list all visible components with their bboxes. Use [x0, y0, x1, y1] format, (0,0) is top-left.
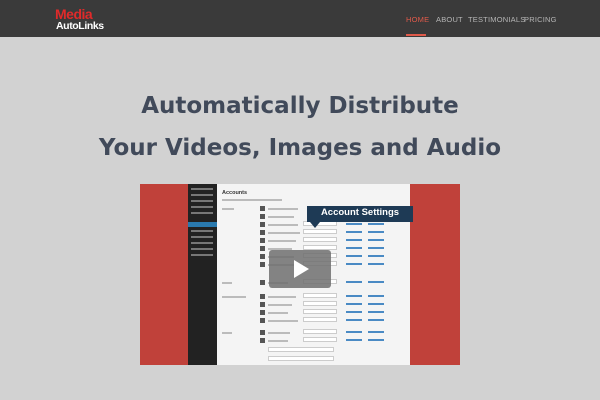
video-player[interactable]: Accounts Account Settings: [140, 184, 460, 365]
logo-text-media: Media: [55, 6, 93, 22]
logo[interactable]: Media AutoLinks: [55, 6, 110, 33]
top-navigation-bar: Media AutoLinks HOME ABOUT TESTIMONIALS …: [0, 0, 600, 37]
hero-title-line2: Your Videos, Images and Audio: [98, 135, 502, 161]
logo-text-autolinks: AutoLinks: [56, 20, 104, 32]
nav-active-indicator: [406, 34, 426, 36]
thumbnail-heading: Accounts: [222, 190, 248, 196]
nav-home[interactable]: HOME: [406, 15, 429, 24]
nav-about[interactable]: ABOUT: [436, 15, 463, 24]
thumbnail-admin-sidebar: [188, 184, 217, 365]
nav-pricing[interactable]: PRICING: [524, 15, 557, 24]
nav-testimonials[interactable]: TESTIMONIALS: [468, 15, 525, 24]
play-button[interactable]: [269, 250, 331, 288]
banner-label: Account Settings: [320, 207, 400, 218]
banner-pointer: [310, 222, 320, 228]
play-icon: [294, 260, 309, 278]
account-settings-banner: Account Settings: [307, 206, 413, 222]
hero-title-line1: Automatically Distribute: [141, 93, 459, 119]
